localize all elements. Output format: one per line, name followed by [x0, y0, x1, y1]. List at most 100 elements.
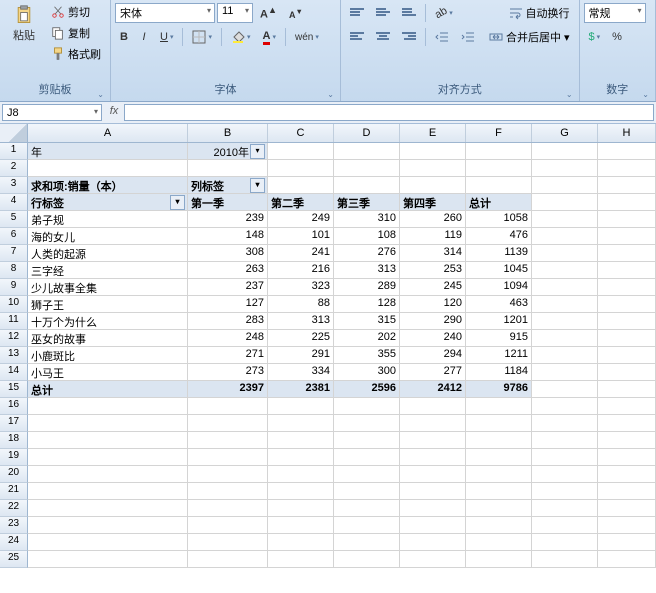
copy-button[interactable]: 复制 [46, 23, 106, 43]
cell[interactable] [532, 160, 598, 177]
cell[interactable]: 313 [268, 313, 334, 330]
row-header[interactable]: 15 [0, 381, 28, 398]
cell[interactable] [466, 534, 532, 551]
cell[interactable] [598, 466, 656, 483]
cell[interactable] [334, 466, 400, 483]
cell[interactable] [466, 432, 532, 449]
cell[interactable]: 小马王 [28, 364, 188, 381]
cell[interactable] [400, 449, 466, 466]
cell[interactable]: 241 [268, 245, 334, 262]
row-header[interactable]: 19 [0, 449, 28, 466]
cell[interactable]: 第一季 [188, 194, 268, 211]
cell[interactable]: 求和项:销量（本） [28, 177, 188, 194]
cell[interactable] [28, 500, 188, 517]
col-header[interactable]: F [466, 124, 532, 142]
cell[interactable]: 9786 [466, 381, 532, 398]
row-header[interactable]: 13 [0, 347, 28, 364]
cell[interactable] [28, 398, 188, 415]
cell[interactable]: 240 [400, 330, 466, 347]
row-header[interactable]: 6 [0, 228, 28, 245]
cell[interactable]: 1211 [466, 347, 532, 364]
cell[interactable] [466, 398, 532, 415]
cell[interactable] [466, 500, 532, 517]
borders-button[interactable]: ▾ [187, 27, 217, 47]
font-size-select[interactable]: 11 [217, 3, 253, 23]
format-painter-button[interactable]: 格式刷 [46, 44, 106, 64]
cell[interactable] [334, 143, 400, 160]
cell[interactable] [400, 160, 466, 177]
cell[interactable]: 1094 [466, 279, 532, 296]
col-header[interactable]: A [28, 124, 188, 142]
row-header[interactable]: 20 [0, 466, 28, 483]
cell[interactable] [532, 330, 598, 347]
cell[interactable] [598, 347, 656, 364]
cell[interactable]: 202 [334, 330, 400, 347]
cell[interactable] [466, 551, 532, 568]
cell[interactable] [598, 143, 656, 160]
orientation-button[interactable]: ab▾ [430, 3, 458, 23]
row-header[interactable]: 14 [0, 364, 28, 381]
cell[interactable]: 120 [400, 296, 466, 313]
cell[interactable] [334, 177, 400, 194]
decrease-font-button[interactable]: A▼ [284, 3, 308, 23]
cell[interactable] [466, 517, 532, 534]
cell[interactable]: 276 [334, 245, 400, 262]
cell[interactable]: 476 [466, 228, 532, 245]
cell[interactable] [532, 245, 598, 262]
cell[interactable]: 1058 [466, 211, 532, 228]
cell[interactable] [466, 466, 532, 483]
cell[interactable]: 1045 [466, 262, 532, 279]
cell[interactable] [598, 415, 656, 432]
cell[interactable]: 323 [268, 279, 334, 296]
cell[interactable]: 第二季 [268, 194, 334, 211]
cell[interactable] [400, 177, 466, 194]
cell[interactable]: 313 [334, 262, 400, 279]
col-header[interactable]: E [400, 124, 466, 142]
cell[interactable]: 334 [268, 364, 334, 381]
cell[interactable] [188, 551, 268, 568]
row-header[interactable]: 22 [0, 500, 28, 517]
cell[interactable]: 263 [188, 262, 268, 279]
cell[interactable] [28, 534, 188, 551]
cell[interactable] [598, 517, 656, 534]
cell[interactable]: 315 [334, 313, 400, 330]
fx-button[interactable]: fx [104, 102, 124, 123]
cell[interactable] [268, 160, 334, 177]
cut-button[interactable]: 剪切 [46, 2, 106, 22]
cell[interactable]: 列标签 [188, 177, 268, 194]
name-box[interactable]: J8 [2, 104, 102, 121]
cell[interactable]: 237 [188, 279, 268, 296]
cell[interactable]: 88 [268, 296, 334, 313]
cell[interactable]: 2397 [188, 381, 268, 398]
cell[interactable] [334, 517, 400, 534]
cell[interactable] [598, 398, 656, 415]
cell[interactable]: 314 [400, 245, 466, 262]
row-header[interactable]: 21 [0, 483, 28, 500]
cell[interactable] [532, 483, 598, 500]
increase-font-button[interactable]: A▲ [255, 3, 282, 23]
cell[interactable] [532, 415, 598, 432]
cell[interactable] [334, 483, 400, 500]
align-top-button[interactable] [345, 3, 369, 23]
cell[interactable] [598, 313, 656, 330]
row-header[interactable]: 11 [0, 313, 28, 330]
cell[interactable]: 148 [188, 228, 268, 245]
row-header[interactable]: 1 [0, 143, 28, 160]
cell[interactable] [532, 211, 598, 228]
cell[interactable] [188, 415, 268, 432]
cell[interactable]: 总计 [28, 381, 188, 398]
cell[interactable]: 308 [188, 245, 268, 262]
row-header[interactable]: 18 [0, 432, 28, 449]
cell[interactable]: 2381 [268, 381, 334, 398]
cell[interactable] [188, 466, 268, 483]
cell[interactable] [598, 330, 656, 347]
cell[interactable] [598, 432, 656, 449]
cell[interactable]: 2412 [400, 381, 466, 398]
cell[interactable]: 行标签 [28, 194, 188, 211]
cell[interactable] [532, 347, 598, 364]
cell[interactable] [188, 517, 268, 534]
cell[interactable]: 小鹿斑比 [28, 347, 188, 364]
cell[interactable] [334, 160, 400, 177]
cell[interactable] [466, 160, 532, 177]
cell[interactable] [188, 432, 268, 449]
